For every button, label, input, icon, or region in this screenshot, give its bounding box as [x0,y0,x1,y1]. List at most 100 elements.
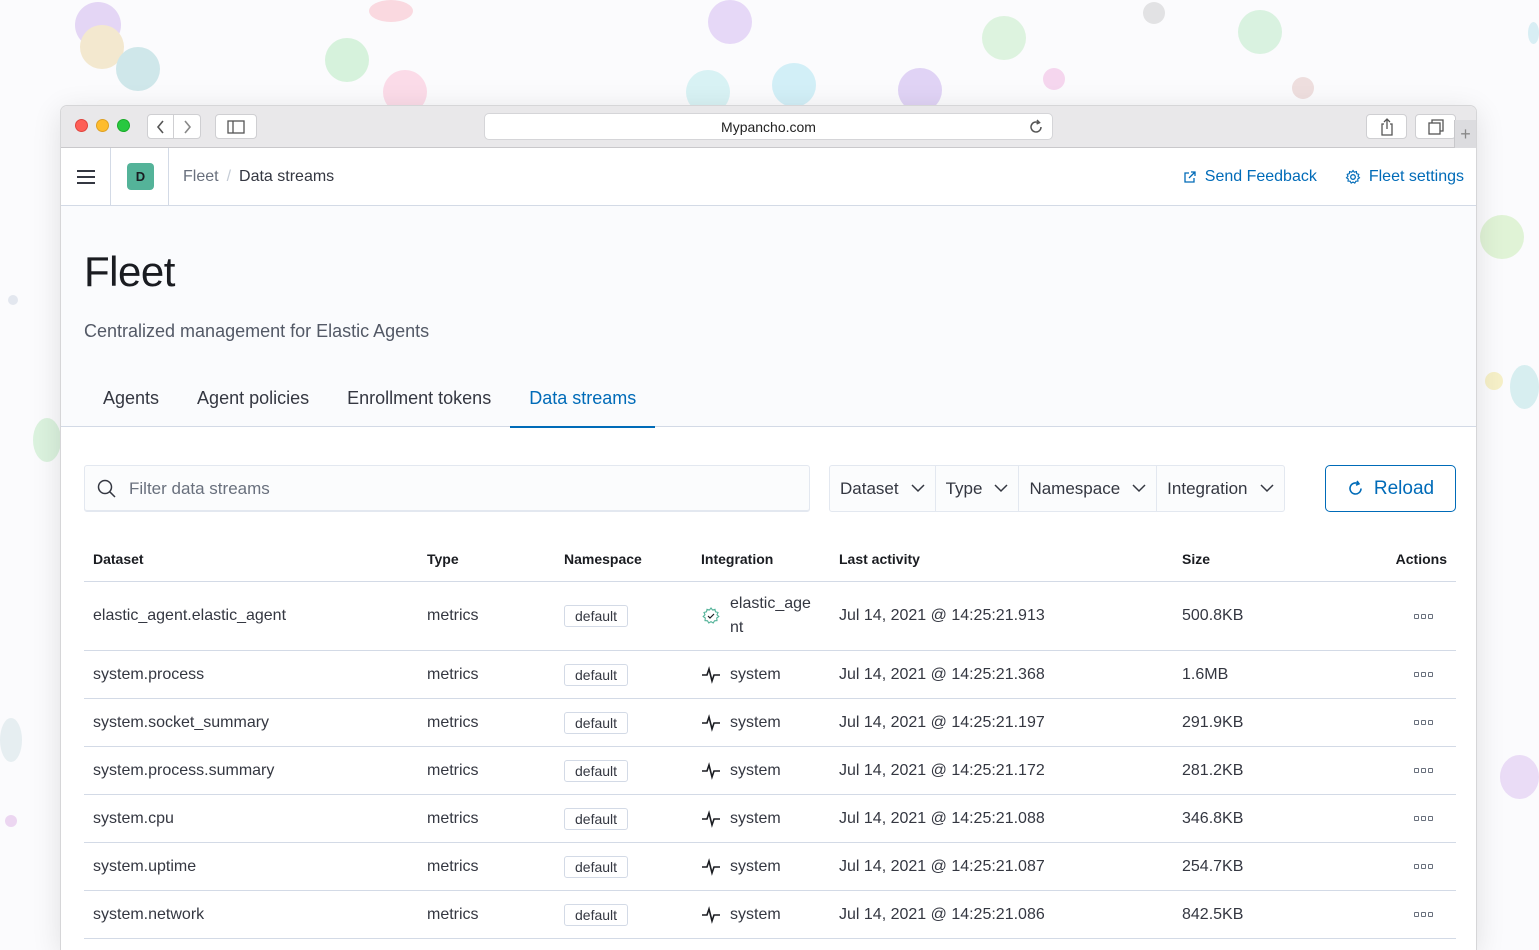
fleet-settings-button[interactable]: Fleet settings [1345,168,1464,186]
cell-last-activity: Jul 14, 2021 @ 14:25:21.086 [839,905,1045,923]
pulse-icon [701,761,721,780]
cell-type: metrics [427,665,479,683]
column-header-size[interactable]: Size [1182,551,1362,567]
browser-toolbar: Mypancho.com + [61,106,1476,148]
cell-type: metrics [427,713,479,731]
tab-enrollment-tokens[interactable]: Enrollment tokens [328,376,510,427]
chevron-right-icon [184,119,192,134]
cell-actions [1362,816,1456,821]
page-tabs: Agents Agent policies Enrollment tokens … [84,376,656,428]
column-header-integration[interactable]: Integration [701,551,839,567]
address-bar-url: Mypancho.com [721,118,816,135]
space-avatar[interactable]: D [127,163,154,190]
agent-gear-icon [701,606,721,626]
send-feedback-link[interactable]: Send Feedback [1183,168,1317,186]
cell-integration: system [701,810,839,828]
minimize-window-button[interactable] [96,119,109,132]
integration-name[interactable]: system [730,858,781,876]
filter-namespace-button[interactable]: Namespace [1019,466,1158,511]
row-actions-button[interactable] [1414,912,1447,917]
row-actions-button[interactable] [1414,672,1447,677]
sidebar-toggle-button[interactable] [215,114,257,139]
cell-type: metrics [427,809,479,827]
cell-namespace: default [564,855,701,878]
filter-namespace-label: Namespace [1029,478,1121,498]
row-actions-button[interactable] [1414,768,1447,773]
close-window-button[interactable] [75,119,88,132]
column-header-last-activity[interactable]: Last activity [839,551,1182,567]
column-header-dataset[interactable]: Dataset [84,551,427,567]
integration-name[interactable]: system [730,714,781,732]
gear-icon [1345,169,1361,184]
integration-name[interactable]: elastic_age nt [730,592,822,640]
table-row: system.network metrics default system Ju… [84,891,1456,939]
table-row: system.socket_summary metrics default sy… [84,699,1456,747]
row-actions-button[interactable] [1414,816,1447,821]
cell-type: metrics [427,607,479,624]
row-actions-button[interactable] [1414,864,1447,869]
page-title: Fleet [84,248,175,295]
history-nav [147,114,201,139]
cell-last-activity: Jul 14, 2021 @ 14:25:21.088 [839,809,1045,827]
cell-dataset: system.socket_summary [93,713,270,731]
column-header-type[interactable]: Type [427,551,564,567]
chevron-down-icon [1259,484,1274,493]
cell-dataset: system.uptime [93,857,197,875]
breadcrumb-current: Data streams [239,167,335,185]
chevron-down-icon [911,484,925,493]
main-menu-button[interactable] [61,147,111,206]
new-tab-button[interactable]: + [1454,120,1476,148]
share-button[interactable] [1366,114,1407,139]
hamburger-icon [76,169,95,184]
cell-namespace: default [564,711,701,734]
cell-actions [1362,768,1456,773]
tab-data-streams[interactable]: Data streams [510,376,656,428]
search-box [84,465,810,512]
header-divider [168,147,169,206]
cell-namespace: default [564,663,701,686]
table-row: system.process.summary metrics default s… [84,747,1456,795]
refresh-icon [1349,480,1362,495]
send-feedback-label: Send Feedback [1204,168,1317,185]
external-link-icon [1184,171,1196,183]
integration-name[interactable]: system [730,810,781,828]
cell-namespace: default [564,807,701,830]
integration-name[interactable]: system [730,666,781,684]
page-reload-icon[interactable] [1028,119,1044,135]
breadcrumb: Fleet / Data streams [183,168,334,186]
filter-dataset-label: Dataset [840,478,899,498]
cell-last-activity: Jul 14, 2021 @ 14:25:21.913 [839,607,1045,624]
cell-last-activity: Jul 14, 2021 @ 14:25:21.087 [839,857,1045,875]
row-actions-button[interactable] [1414,720,1447,725]
breadcrumb-fleet[interactable]: Fleet [183,168,219,186]
cell-size: 254.7KB [1182,857,1244,875]
sidebar-icon [227,119,245,134]
row-actions-button[interactable] [1414,613,1447,619]
zoom-window-button[interactable] [117,119,130,132]
filter-type-button[interactable]: Type [936,466,1020,511]
filter-integration-button[interactable]: Integration [1157,466,1283,511]
forward-button[interactable] [174,114,201,139]
chevron-down-icon [1132,484,1146,493]
app-header: D Fleet / Data streams Send Feedback Fle… [61,147,1476,206]
tabs-overview-button[interactable] [1415,114,1456,139]
browser-actions [1366,114,1456,139]
cell-actions [1362,613,1456,619]
integration-name[interactable]: system [730,762,781,780]
table-row: system.process metrics default system Ju… [84,651,1456,699]
tab-agent-policies[interactable]: Agent policies [178,376,328,427]
integration-name[interactable]: system [730,906,781,924]
search-input[interactable] [129,478,789,499]
reload-button[interactable]: Reload [1325,465,1456,512]
pulse-icon [701,857,721,876]
tab-agents[interactable]: Agents [84,376,178,427]
table-row: elastic_agent.elastic_agent metrics defa… [84,582,1456,651]
cell-namespace: default [564,605,701,627]
filter-dataset-button[interactable]: Dataset [830,466,936,511]
cell-dataset: elastic_agent.elastic_agent [93,607,287,624]
address-bar[interactable]: Mypancho.com [484,113,1053,140]
column-header-namespace[interactable]: Namespace [564,551,701,567]
filter-type-label: Type [945,478,983,498]
header-links: Send Feedback Fleet settings [1183,148,1464,206]
back-button[interactable] [147,114,174,139]
